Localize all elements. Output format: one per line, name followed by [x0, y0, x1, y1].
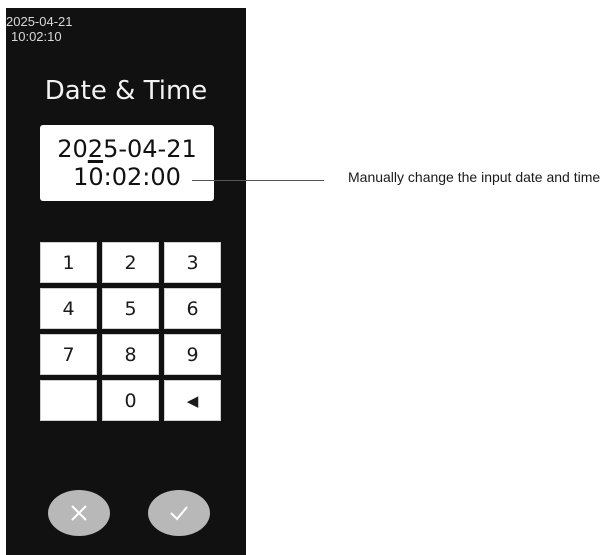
key-7[interactable]: 7 [40, 334, 97, 375]
device-screen: 2025-04-21 10:02:10 Date & Time 2025-04-… [6, 8, 246, 555]
key-blank[interactable] [40, 380, 97, 421]
callout-line [192, 180, 324, 181]
cancel-button[interactable] [48, 490, 110, 536]
backspace-key[interactable]: ◀ [164, 380, 221, 421]
key-9[interactable]: 9 [164, 334, 221, 375]
page-title: Date & Time [44, 76, 208, 106]
numeric-keypad: 1 2 3 4 5 6 7 8 9 0 ◀ [40, 242, 221, 421]
date-prefix: 20 [57, 135, 88, 163]
key-3[interactable]: 3 [164, 242, 221, 283]
close-icon [71, 505, 87, 521]
check-icon [170, 506, 188, 521]
key-8[interactable]: 8 [102, 334, 159, 375]
status-date: 2025-04-21 [6, 14, 73, 29]
cursor-digit: 2 [87, 135, 104, 163]
datetime-input[interactable]: 2025-04-21 10:02:00 [40, 125, 214, 201]
time-input-line: 10:02:00 [73, 163, 181, 191]
date-input-line: 2025-04-21 [40, 135, 214, 163]
backspace-icon: ◀ [186, 391, 199, 410]
key-5[interactable]: 5 [102, 288, 159, 329]
key-1[interactable]: 1 [40, 242, 97, 283]
annotation-text: Manually change the input date and time [348, 169, 601, 185]
status-clock: 2025-04-21 10:02:10 [6, 14, 73, 44]
key-4[interactable]: 4 [40, 288, 97, 329]
key-6[interactable]: 6 [164, 288, 221, 329]
date-suffix: 5-04-21 [103, 135, 197, 163]
status-time: 10:02:10 [11, 29, 62, 44]
key-2[interactable]: 2 [102, 242, 159, 283]
confirm-button[interactable] [148, 490, 210, 536]
key-0[interactable]: 0 [102, 380, 159, 421]
